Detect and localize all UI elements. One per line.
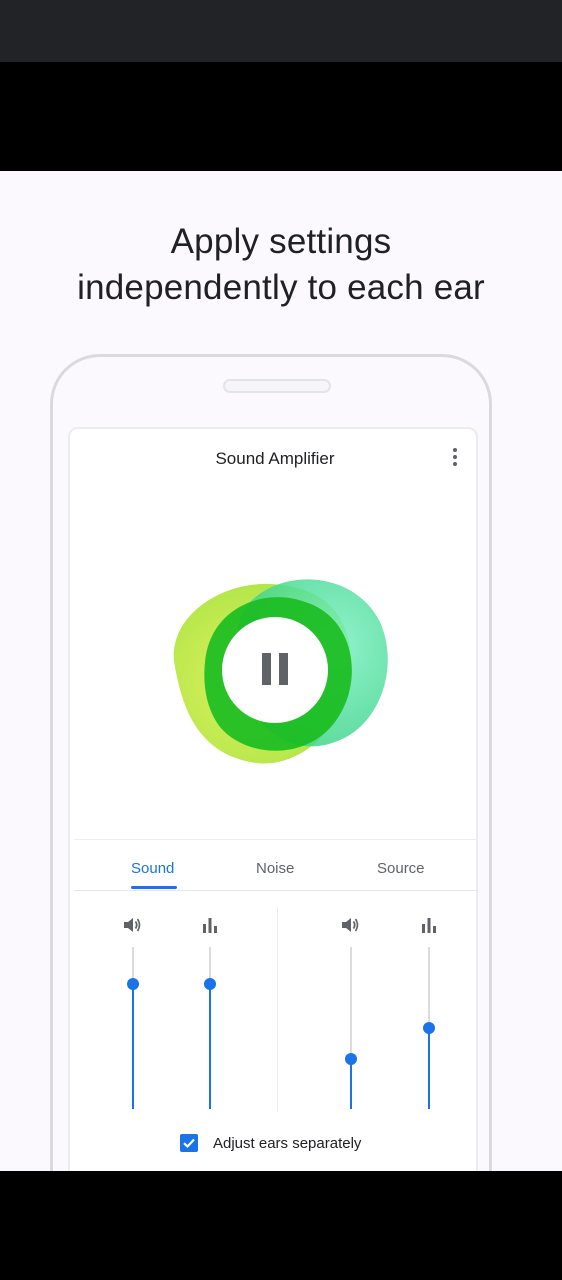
- volume-icon: [123, 916, 143, 934]
- right-volume-slider-thumb[interactable]: [345, 1053, 357, 1065]
- bar-chart-icon: [200, 916, 220, 934]
- status-bar: [0, 0, 562, 62]
- right-fine-tuning-slider-thumb[interactable]: [423, 1022, 435, 1034]
- pause-icon: [262, 653, 271, 685]
- headline-line-1: Apply settings: [170, 222, 392, 261]
- tab-sound[interactable]: Sound: [131, 860, 174, 877]
- check-icon: [183, 1138, 195, 1149]
- active-tab-indicator: [131, 886, 177, 889]
- left-fine-tuning-slider-thumb[interactable]: [204, 978, 216, 990]
- headline-line-2: independently to each ear: [77, 268, 485, 307]
- adjust-ears-label: Adjust ears separately: [213, 1135, 362, 1152]
- pause-button[interactable]: [222, 617, 328, 723]
- adjust-ears-checkbox[interactable]: [180, 1134, 198, 1152]
- app-title: Sound Amplifier: [215, 449, 335, 468]
- top-letterbox: [0, 62, 562, 171]
- bar-chart-icon: [419, 916, 439, 934]
- left-fine-tuning-slider-fill: [209, 984, 211, 1109]
- tab-bar: Sound Noise Source: [74, 839, 478, 891]
- bottom-letterbox: [0, 1171, 562, 1280]
- right-fine-tuning-slider-fill: [428, 1028, 430, 1109]
- phone-mockup: Sound Amplifier Sound Noise Source Adjus…: [50, 354, 492, 1171]
- left-volume-slider-fill: [132, 984, 134, 1109]
- phone-speaker: [223, 379, 331, 393]
- audio-visualizer: [155, 562, 395, 777]
- tab-source[interactable]: Source: [377, 860, 425, 877]
- ear-divider: [277, 907, 278, 1112]
- volume-icon: [341, 916, 361, 934]
- promo-screen: Apply settings independently to each ear…: [0, 171, 562, 1171]
- app-screen: Sound Amplifier Sound Noise Source Adjus…: [68, 427, 478, 1171]
- headline: Apply settings independently to each ear: [0, 219, 562, 311]
- left-volume-slider-thumb[interactable]: [127, 978, 139, 990]
- right-volume-slider-fill: [350, 1059, 352, 1109]
- more-vert-icon[interactable]: [452, 448, 458, 468]
- tab-noise[interactable]: Noise: [256, 860, 294, 877]
